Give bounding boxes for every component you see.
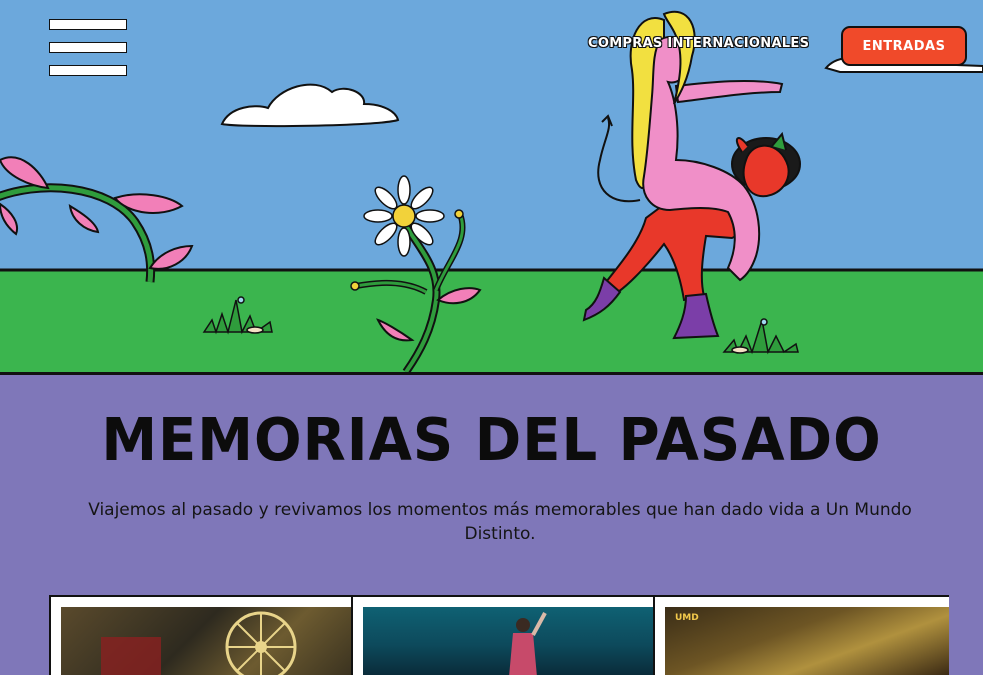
hamburger-menu-icon[interactable] xyxy=(49,18,129,80)
entradas-button[interactable]: ENTRADAS xyxy=(841,26,967,66)
memories-section: MEMORIAS DEL PASADO Viajemos al pasado y… xyxy=(0,372,983,675)
daisy-flower xyxy=(363,175,445,257)
grass xyxy=(0,270,983,372)
memory-photo xyxy=(363,607,653,675)
menu-bar xyxy=(49,42,127,53)
menu-bar xyxy=(49,65,127,76)
memory-card[interactable]: UMD xyxy=(653,595,949,675)
hero-illustration xyxy=(0,11,983,372)
memories-gallery: UMD xyxy=(49,595,949,675)
memory-card[interactable] xyxy=(351,595,655,675)
hero-banner: COMPRAS INTERNACIONALES ENTRADAS xyxy=(0,0,983,372)
nav-link-compras-internacionales[interactable]: COMPRAS INTERNACIONALES xyxy=(588,36,809,51)
umd-badge: UMD xyxy=(675,613,699,623)
menu-bar xyxy=(49,19,127,30)
section-description: Viajemos al pasado y revivamos los momen… xyxy=(88,500,912,544)
ferris-wheel-image xyxy=(101,611,297,675)
memory-photo xyxy=(61,607,351,675)
section-title: MEMORIAS DEL PASADO xyxy=(101,406,882,475)
performer-image xyxy=(509,612,547,675)
cloud-left xyxy=(220,83,400,128)
memory-photo: UMD xyxy=(665,607,949,675)
memory-card[interactable] xyxy=(49,595,353,675)
